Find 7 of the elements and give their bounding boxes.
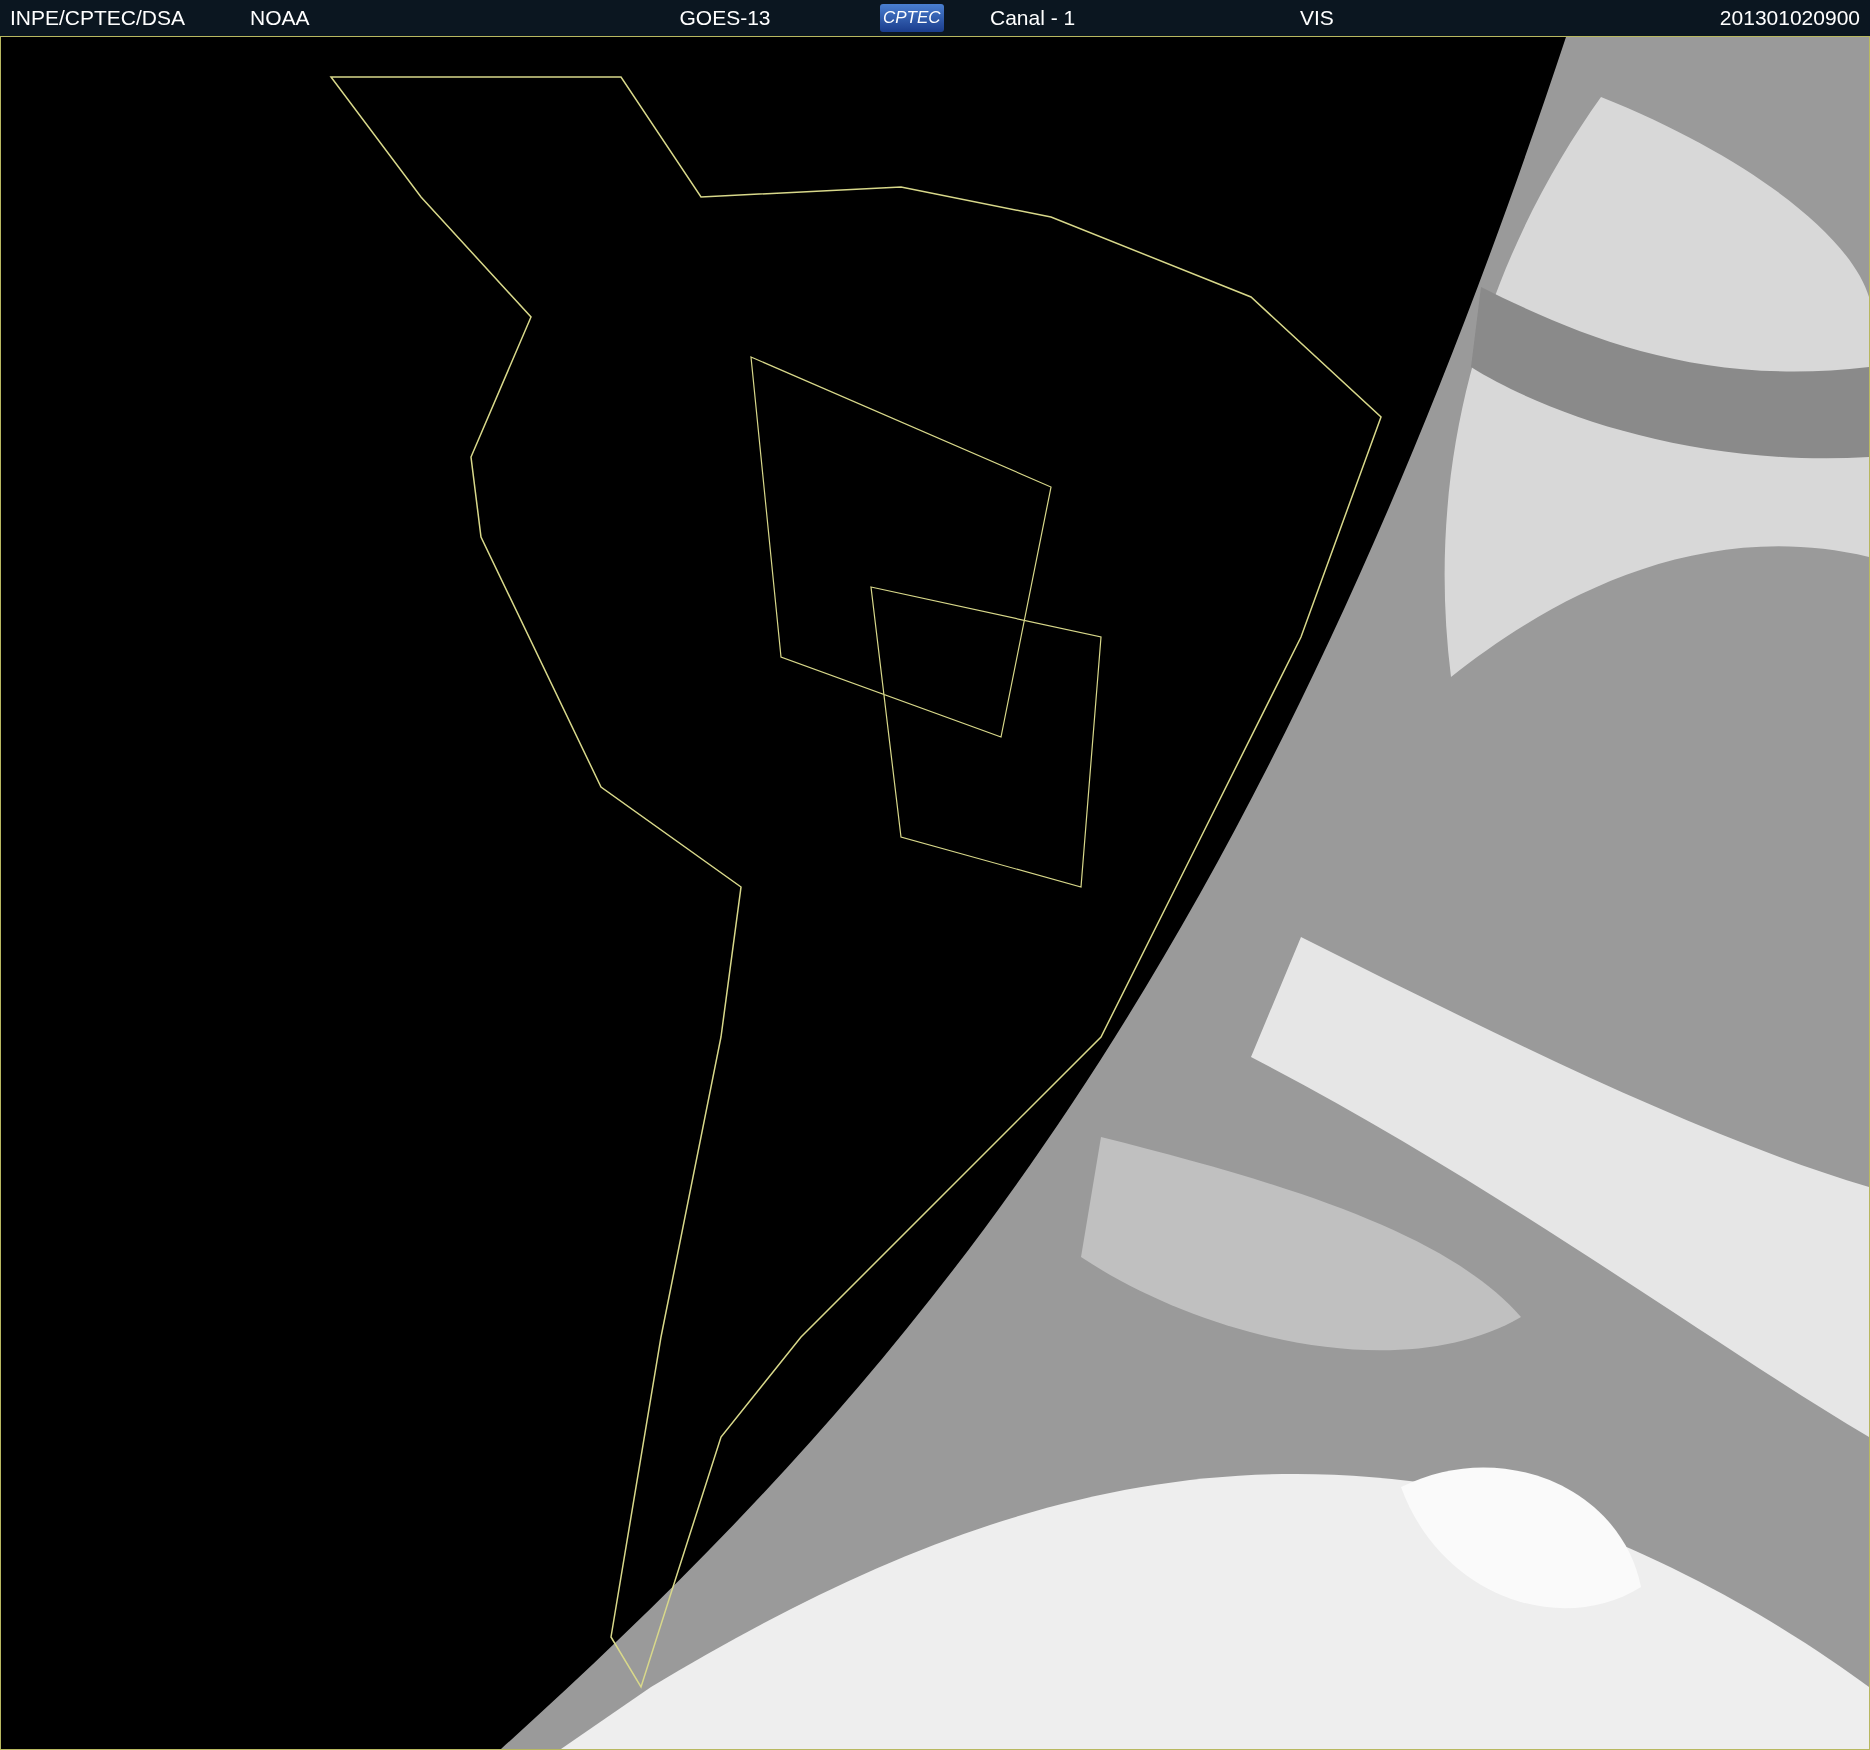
- header-label: GOES-13: [678, 6, 772, 30]
- header-label: INPE/CPTEC/DSA: [9, 6, 187, 30]
- header-label: Canal - 1: [989, 6, 1077, 30]
- logo: CPTEC: [880, 4, 944, 32]
- header-label: VIS: [1299, 6, 1335, 30]
- header-label: NOAA: [249, 6, 311, 30]
- header-label: 201301020900: [1718, 6, 1861, 30]
